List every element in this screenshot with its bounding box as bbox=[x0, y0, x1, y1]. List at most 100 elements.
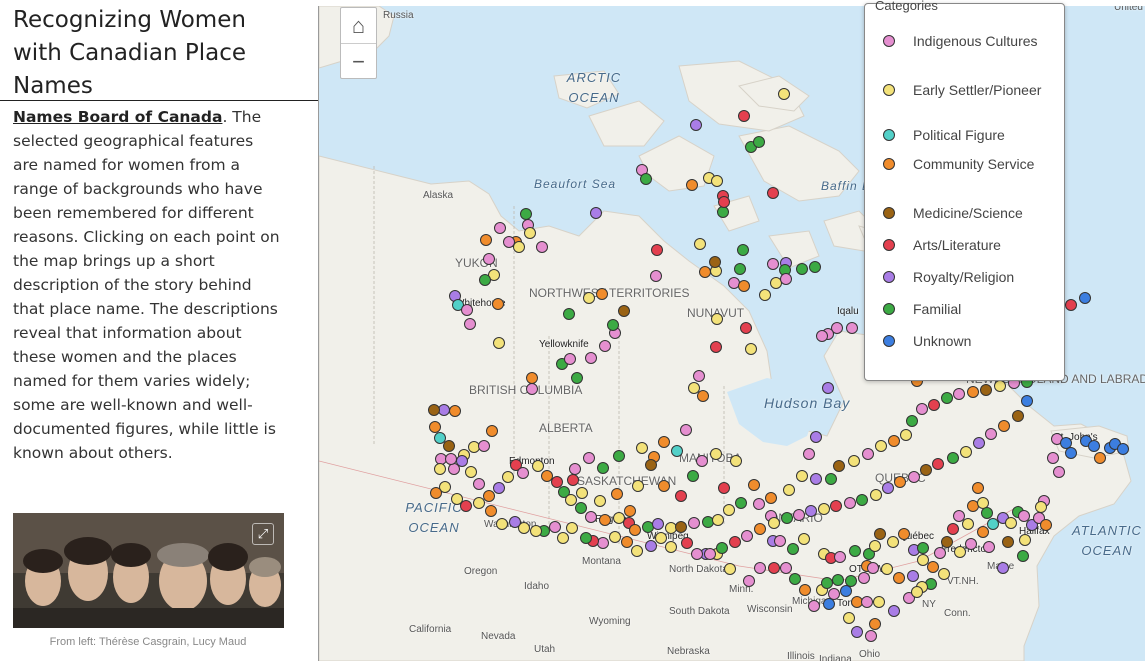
place-point-icon[interactable] bbox=[1035, 501, 1047, 513]
place-point-icon[interactable] bbox=[934, 547, 946, 559]
place-point-icon[interactable] bbox=[645, 459, 657, 471]
place-point-icon[interactable] bbox=[675, 490, 687, 502]
place-point-icon[interactable] bbox=[665, 541, 677, 553]
place-point-icon[interactable] bbox=[810, 473, 822, 485]
place-point-icon[interactable] bbox=[473, 478, 485, 490]
place-point-icon[interactable] bbox=[745, 343, 757, 355]
place-point-icon[interactable] bbox=[566, 522, 578, 534]
place-point-icon[interactable] bbox=[1088, 440, 1100, 452]
place-point-icon[interactable] bbox=[789, 573, 801, 585]
place-point-icon[interactable] bbox=[502, 471, 514, 483]
place-point-icon[interactable] bbox=[632, 480, 644, 492]
place-point-icon[interactable] bbox=[796, 470, 808, 482]
place-point-icon[interactable] bbox=[652, 518, 664, 530]
place-point-icon[interactable] bbox=[833, 460, 845, 472]
place-point-icon[interactable] bbox=[808, 600, 820, 612]
place-point-icon[interactable] bbox=[748, 479, 760, 491]
place-point-icon[interactable] bbox=[809, 261, 821, 273]
place-point-icon[interactable] bbox=[696, 455, 708, 467]
place-point-icon[interactable] bbox=[675, 521, 687, 533]
place-point-icon[interactable] bbox=[768, 562, 780, 574]
place-point-icon[interactable] bbox=[740, 322, 752, 334]
place-point-icon[interactable] bbox=[532, 460, 544, 472]
place-point-icon[interactable] bbox=[694, 238, 706, 250]
place-point-icon[interactable] bbox=[893, 572, 905, 584]
place-point-icon[interactable] bbox=[465, 466, 477, 478]
place-point-icon[interactable] bbox=[536, 241, 548, 253]
place-point-icon[interactable] bbox=[774, 535, 786, 547]
place-point-icon[interactable] bbox=[710, 341, 722, 353]
place-point-icon[interactable] bbox=[1019, 534, 1031, 546]
place-point-icon[interactable] bbox=[428, 404, 440, 416]
place-point-icon[interactable] bbox=[680, 424, 692, 436]
place-point-icon[interactable] bbox=[464, 318, 476, 330]
place-point-icon[interactable] bbox=[557, 532, 569, 544]
place-point-icon[interactable] bbox=[856, 494, 868, 506]
place-point-icon[interactable] bbox=[443, 440, 455, 452]
place-point-icon[interactable] bbox=[1005, 517, 1017, 529]
place-point-icon[interactable] bbox=[624, 505, 636, 517]
place-point-icon[interactable] bbox=[513, 241, 525, 253]
place-point-icon[interactable] bbox=[875, 440, 887, 452]
place-point-icon[interactable] bbox=[636, 442, 648, 454]
place-point-icon[interactable] bbox=[599, 514, 611, 526]
place-point-icon[interactable] bbox=[780, 273, 792, 285]
place-point-icon[interactable] bbox=[730, 455, 742, 467]
names-board-link[interactable]: Names Board of Canada bbox=[13, 108, 222, 126]
place-point-icon[interactable] bbox=[998, 420, 1010, 432]
place-point-icon[interactable] bbox=[900, 429, 912, 441]
place-point-icon[interactable] bbox=[898, 528, 910, 540]
place-point-icon[interactable] bbox=[861, 596, 873, 608]
place-point-icon[interactable] bbox=[753, 498, 765, 510]
place-point-icon[interactable] bbox=[712, 514, 724, 526]
place-point-icon[interactable] bbox=[517, 467, 529, 479]
place-point-icon[interactable] bbox=[585, 352, 597, 364]
place-point-icon[interactable] bbox=[526, 383, 538, 395]
place-point-icon[interactable] bbox=[1053, 466, 1065, 478]
place-point-icon[interactable] bbox=[681, 537, 693, 549]
place-point-icon[interactable] bbox=[947, 523, 959, 535]
place-point-icon[interactable] bbox=[1040, 519, 1052, 531]
place-point-icon[interactable] bbox=[1065, 299, 1077, 311]
place-point-icon[interactable] bbox=[962, 518, 974, 530]
place-point-icon[interactable] bbox=[843, 612, 855, 624]
place-point-icon[interactable] bbox=[911, 586, 923, 598]
place-point-icon[interactable] bbox=[597, 462, 609, 474]
place-point-icon[interactable] bbox=[888, 605, 900, 617]
place-point-icon[interactable] bbox=[594, 495, 606, 507]
place-point-icon[interactable] bbox=[1065, 447, 1077, 459]
place-point-icon[interactable] bbox=[953, 388, 965, 400]
place-point-icon[interactable] bbox=[832, 574, 844, 586]
place-point-icon[interactable] bbox=[650, 270, 662, 282]
place-point-icon[interactable] bbox=[618, 305, 630, 317]
place-point-icon[interactable] bbox=[862, 448, 874, 460]
place-point-icon[interactable] bbox=[621, 536, 633, 548]
place-point-icon[interactable] bbox=[768, 517, 780, 529]
place-point-icon[interactable] bbox=[718, 196, 730, 208]
place-point-icon[interactable] bbox=[563, 308, 575, 320]
place-point-icon[interactable] bbox=[780, 562, 792, 574]
place-point-icon[interactable] bbox=[830, 500, 842, 512]
place-point-icon[interactable] bbox=[709, 256, 721, 268]
place-point-icon[interactable] bbox=[735, 497, 747, 509]
place-point-icon[interactable] bbox=[822, 382, 834, 394]
place-point-icon[interactable] bbox=[767, 258, 779, 270]
place-point-icon[interactable] bbox=[848, 455, 860, 467]
place-point-icon[interactable] bbox=[796, 263, 808, 275]
place-point-icon[interactable] bbox=[778, 88, 790, 100]
place-point-icon[interactable] bbox=[710, 448, 722, 460]
place-point-icon[interactable] bbox=[461, 304, 473, 316]
place-point-icon[interactable] bbox=[607, 319, 619, 331]
place-point-icon[interactable] bbox=[492, 298, 504, 310]
place-point-icon[interactable] bbox=[651, 244, 663, 256]
place-point-icon[interactable] bbox=[494, 222, 506, 234]
place-point-icon[interactable] bbox=[810, 431, 822, 443]
place-point-icon[interactable] bbox=[687, 470, 699, 482]
place-point-icon[interactable] bbox=[965, 538, 977, 550]
place-point-icon[interactable] bbox=[928, 399, 940, 411]
place-point-icon[interactable] bbox=[571, 372, 583, 384]
place-point-icon[interactable] bbox=[825, 473, 837, 485]
place-point-icon[interactable] bbox=[865, 630, 877, 642]
place-point-icon[interactable] bbox=[753, 136, 765, 148]
place-point-icon[interactable] bbox=[686, 179, 698, 191]
